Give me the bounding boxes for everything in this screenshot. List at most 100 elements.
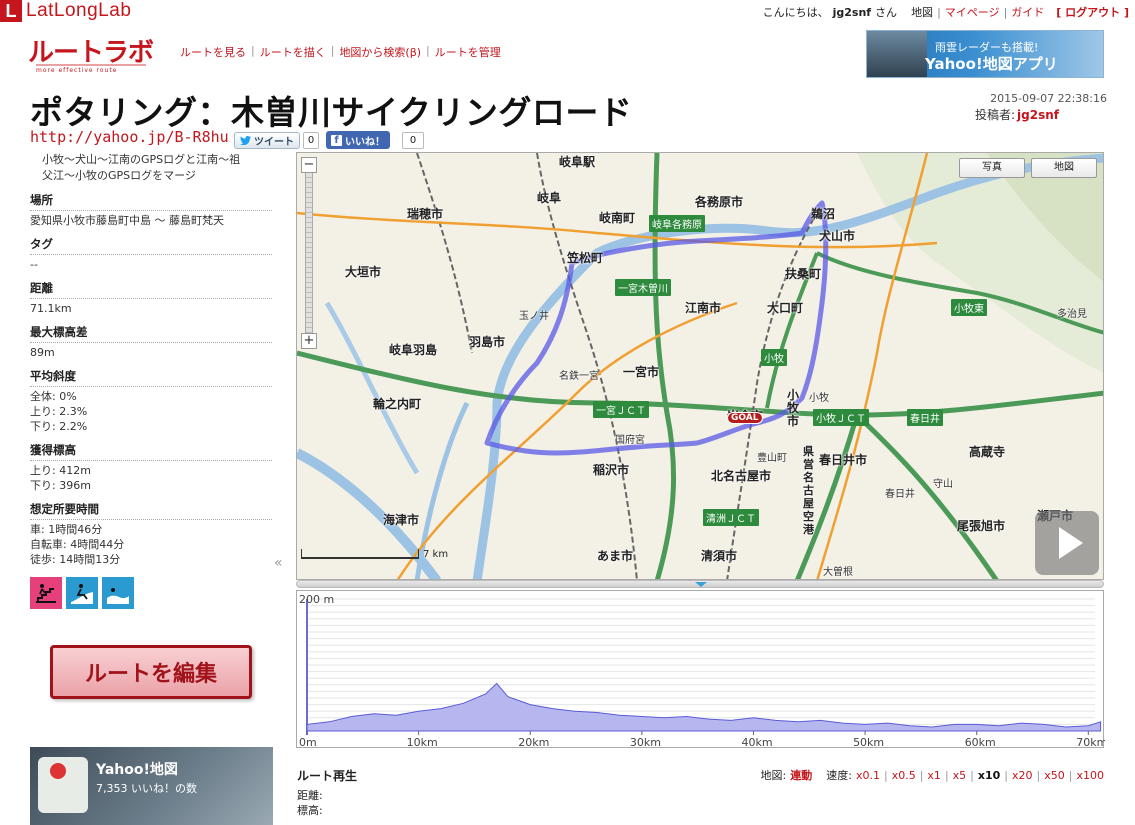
nav-view-routes[interactable]: ルートを見る — [180, 44, 246, 60]
bike-icon[interactable] — [66, 577, 98, 609]
elevation-profile-chart[interactable]: 200 m 0m 10km 20km 30km 40km 50km 60km 70km — [296, 590, 1105, 749]
time-car: 車: 1時間46分 — [30, 523, 103, 536]
map-label-ichinomiya-jct: 一宮ＪＣＴ — [593, 401, 649, 418]
page-title: ポタリング：木曽川サイクリングロード — [30, 93, 633, 132]
map-map-toggle[interactable]: 地図 — [1031, 158, 1097, 178]
latlonglab-logo[interactable]: L LatLongLab — [0, 0, 131, 22]
map-label-komaki-jct: 小牧ＪＣＴ — [813, 409, 869, 426]
playback-sync-toggle[interactable]: 連動 — [790, 767, 812, 783]
playback-speed-option[interactable]: x50 — [1044, 769, 1065, 782]
separator: | — [1068, 768, 1073, 782]
elevation-x-tick-label: 20km — [518, 736, 549, 749]
zoom-slider[interactable] — [305, 173, 313, 333]
estimated-time-values: 車: 1時間46分 自転車: 4時間44分 徒歩: 14時間13分 — [30, 522, 272, 567]
playback-speed-option[interactable]: x0.5 — [892, 769, 916, 782]
latlonglab-logo-mark: L — [0, 0, 22, 22]
banner-line2: Yahoo!地図アプリ — [925, 55, 1058, 73]
route-map[interactable]: 岐阜駅 岐阜 岐南町 岐阜各務原 各務原市 鵜沼 犬山市 瑞穂市 大垣市 笠松町… — [296, 152, 1104, 580]
elevation-profile-svg: 200 m 0m 10km 20km 30km 40km 50km 60km 70km — [299, 593, 1105, 749]
slope-down: 下り: 2.2% — [30, 420, 88, 433]
elevation-gain-values: 上り: 412m 下り: 396m — [30, 463, 272, 493]
playback-speed-option[interactable]: x100 — [1076, 769, 1104, 782]
post-author-link[interactable]: jg2snf — [1017, 108, 1059, 122]
map-label-kasugai-station: 春日井 — [885, 489, 915, 500]
playback-speed-option[interactable]: x1 — [927, 769, 941, 782]
walk-icon[interactable] — [30, 577, 62, 609]
map-label-ichinomiya-kisogawa: 一宮木曽川 — [615, 279, 671, 296]
map-label-kiyosu: 清須市 — [701, 549, 738, 563]
nav-draw-route[interactable]: ルートを描く — [260, 44, 326, 60]
route-lab-logo-skyline — [36, 62, 146, 66]
route-lab-logo-subtitle: more effective route — [36, 67, 118, 74]
slope-all: 全体: 0% — [30, 390, 77, 403]
app-ad-title: Yahoo!地図 — [96, 762, 178, 778]
twitter-bird-icon — [240, 136, 251, 145]
separator: | — [330, 44, 335, 57]
short-url-link[interactable]: http://yahoo.jp/B-R8hu — [30, 128, 229, 146]
playback-map-label: 地図: — [760, 769, 787, 782]
separator: | — [919, 768, 924, 782]
yahoo-map-app-banner[interactable]: 雨雲レーダーも搭載! Yahoo!地図アプリ — [866, 30, 1104, 78]
average-slope-values: 全体: 0% 上り: 2.3% 下り: 2.2% — [30, 389, 272, 434]
map-label-kozoji: 高蔵寺 — [969, 445, 1006, 459]
map-pin-icon — [50, 763, 66, 779]
map-photo-toggle[interactable]: 写真 — [959, 158, 1025, 178]
mypage-link[interactable]: マイページ — [945, 4, 1000, 20]
tag-value: -- — [30, 258, 38, 271]
goal-marker[interactable]: GOAL — [727, 412, 763, 424]
map-resize-handle[interactable] — [296, 580, 1104, 588]
playback-speed-option[interactable]: x0.1 — [856, 769, 880, 782]
facebook-like-button[interactable]: f いいね！ — [326, 131, 390, 149]
like-count: 0 — [402, 132, 424, 149]
map-label-komaki: 小牧 — [761, 349, 787, 366]
map-label-konan: 江南市 — [685, 301, 722, 315]
user-bar-map-link[interactable]: 地図 — [911, 4, 933, 20]
tweet-button[interactable]: ツイート — [234, 132, 300, 149]
playback-speed-option[interactable]: x20 — [1012, 769, 1033, 782]
elevation-y-max-label: 200 m — [299, 593, 334, 606]
separator: | — [426, 44, 430, 57]
swim-icon[interactable] — [102, 577, 134, 609]
gain-up: 上り: 412m — [30, 464, 91, 477]
greeting-prefix: こんにちは、 — [762, 6, 829, 19]
yahoo-map-app-ad[interactable]: Yahoo!地図 7,353 いいね！の数 — [30, 747, 273, 825]
map-label-kiyosu-jct: 清洲ＪＣＴ — [703, 509, 759, 526]
cyclist-icon — [71, 584, 93, 604]
map-label-kitanagoya: 北名古屋市 — [711, 469, 772, 483]
map-label-hashima: 羽島市 — [469, 335, 506, 349]
playback-speed-option[interactable]: x10 — [978, 769, 1000, 782]
map-label-mizuho: 瑞穂市 — [407, 207, 444, 221]
elevation-gain-label: 獲得標高 — [30, 442, 272, 461]
stairs-walker-icon — [36, 584, 56, 603]
app-ad-likes: 7,353 いいね！の数 — [96, 782, 197, 795]
zoom-out-button[interactable]: − — [301, 157, 317, 173]
map-label-ginan: 岐南町 — [599, 211, 636, 225]
nav-search-map[interactable]: 地図から検索(β) — [339, 44, 421, 60]
route-lab-logo[interactable]: ルートラボ more effective route — [28, 32, 154, 82]
map-label-fuso: 扶桑町 — [785, 267, 822, 281]
place-value: 愛知県小牧市藤島町中島 〜 藤島町梵天 — [30, 214, 224, 227]
map-label-kasugai-ic: 春日井 — [907, 409, 943, 426]
flat-terrain-icon — [107, 588, 129, 604]
map-label-tajimi: 多治見 — [1057, 309, 1087, 320]
zoom-in-button[interactable]: + — [301, 333, 317, 349]
playback-controls: 地図: 連動 速度: x0.1 | x0.5 | x1 | x5 | x10 | x20 | x50 | x… — [761, 767, 1104, 783]
route-play-button[interactable] — [1035, 511, 1099, 575]
playback-speed-option[interactable]: x5 — [953, 769, 967, 782]
time-bike: 自転車: 4時間44分 — [30, 538, 125, 551]
nav-manage-routes[interactable]: ルートを管理 — [435, 44, 501, 60]
yahoo-map-app-icon — [38, 757, 88, 813]
estimated-time-label: 想定所要時間 — [30, 501, 272, 520]
elevation-x-tick-label: 70km — [1076, 736, 1105, 749]
edit-route-button[interactable]: ルートを編集 — [50, 645, 252, 699]
guide-link[interactable]: ガイド — [1011, 4, 1044, 20]
map-label-ogaki: 大垣市 — [345, 265, 382, 279]
separator: | — [1036, 768, 1041, 782]
map-label-komaki-city: 小牧市 — [787, 388, 800, 428]
logout-link[interactable]: [ ログアウト ] — [1056, 4, 1129, 20]
map-label-gifu-kakamigahara: 岐阜各務原 — [649, 215, 705, 232]
map-label-meitetsu-ichinomiya: 名鉄一宮 — [559, 371, 599, 382]
post-author: 投稿者: jg2snf — [975, 106, 1059, 123]
collapse-sidebar-button[interactable]: « — [274, 555, 283, 571]
main-nav: ルートを見る | ルートを描く | 地図から検索(β) | ルートを管理 — [180, 44, 501, 60]
